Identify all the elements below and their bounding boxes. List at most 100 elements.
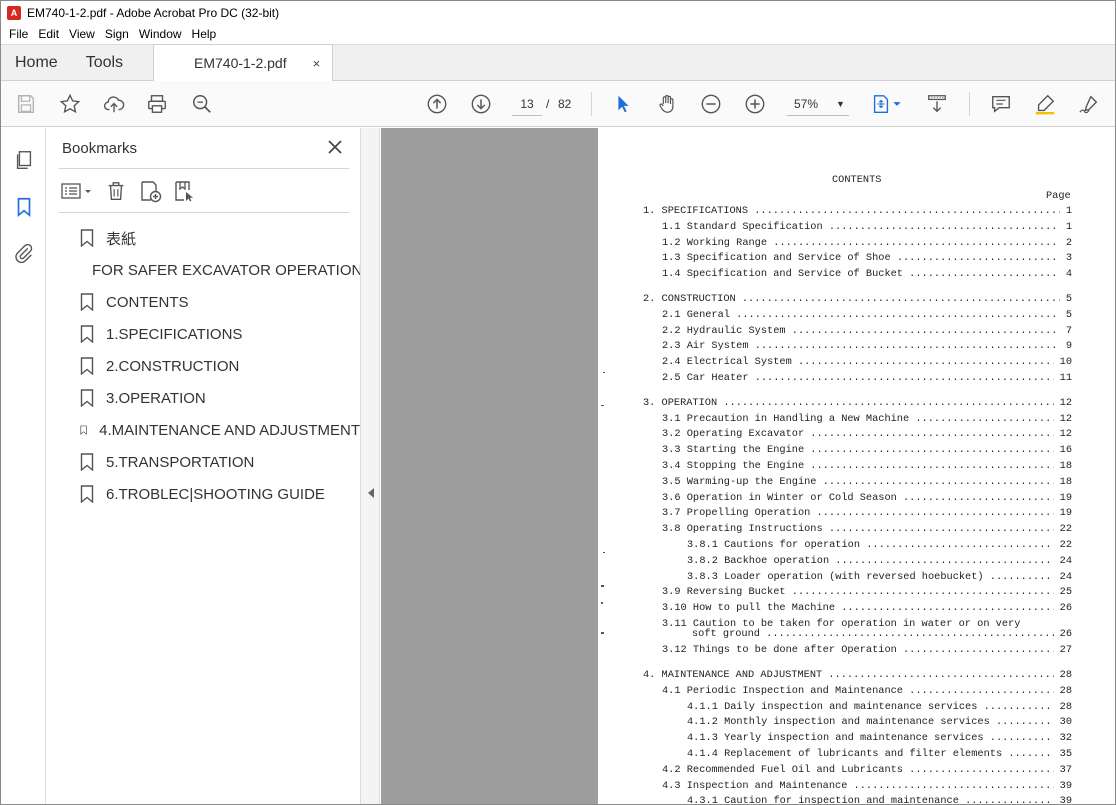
bookmark-item[interactable]: 3.OPERATION bbox=[76, 382, 360, 414]
bookmark-label: CONTENTS bbox=[106, 293, 189, 311]
bookmark-item[interactable]: 6.TROBLEC|SHOOTING GUIDE bbox=[76, 478, 360, 510]
delete-bookmark-trash-icon[interactable] bbox=[104, 179, 128, 203]
star-icon[interactable] bbox=[58, 92, 82, 116]
upload-cloud-icon[interactable] bbox=[102, 92, 126, 116]
select-cursor-icon[interactable] bbox=[611, 92, 635, 116]
bookmark-item[interactable]: 1.SPECIFICATIONS bbox=[76, 318, 360, 350]
toc-entry-title: soft ground bbox=[692, 628, 760, 641]
panel-splitter[interactable] bbox=[360, 128, 380, 804]
toc-entry: 4.3 Inspection and Maintenance .........… bbox=[662, 779, 1072, 793]
toc-entry-title: 3.8.2 Backhoe operation bbox=[687, 554, 830, 567]
tab-document[interactable]: EM740-1-2.pdf × bbox=[153, 44, 333, 81]
menu-window[interactable]: Window bbox=[134, 27, 187, 41]
toc-entry-title: 3.8.3 Loader operation (with reversed ho… bbox=[687, 570, 984, 583]
toc-entry: 1.1 Standard Specification .............… bbox=[662, 220, 1072, 234]
toc-page-number: 7 bbox=[1059, 324, 1072, 338]
toc-page-number: 5 bbox=[1059, 308, 1072, 322]
zoom-search-icon[interactable] bbox=[190, 92, 214, 116]
toc-entry: 3.2 Operating Excavator ................… bbox=[662, 428, 1072, 442]
hand-tool-icon[interactable] bbox=[655, 92, 679, 116]
toc-leader-dots: ........................................… bbox=[822, 475, 1072, 488]
save-icon[interactable] bbox=[14, 92, 38, 116]
bookmarks-panel-icon[interactable] bbox=[12, 195, 36, 219]
scroll-mode-icon[interactable] bbox=[925, 92, 949, 116]
bookmarks-toolbar bbox=[60, 178, 206, 204]
close-tab-icon[interactable]: × bbox=[313, 56, 321, 71]
print-icon[interactable] bbox=[145, 92, 169, 116]
bookmark-icon bbox=[80, 325, 94, 343]
bookmark-item[interactable]: 表紙 bbox=[76, 222, 360, 254]
toc-entry-title: 3.8 Operating Instructions bbox=[662, 523, 823, 536]
toc-page-number: 26 bbox=[1053, 602, 1072, 616]
toc-entry: 4.3.1 Caution for inspection and mainten… bbox=[687, 795, 1072, 805]
tab-home[interactable]: Home bbox=[1, 45, 72, 81]
bookmark-item[interactable]: FOR SAFER EXCAVATOR OPERATION bbox=[76, 254, 362, 286]
bookmark-options-icon[interactable] bbox=[60, 179, 94, 203]
toc-entry-title: 3.1 Precaution in Handling a New Machine bbox=[662, 412, 910, 425]
tab-document-label: EM740-1-2.pdf bbox=[194, 55, 287, 71]
chevron-down-icon: ▼ bbox=[836, 98, 845, 109]
close-icon[interactable] bbox=[326, 138, 344, 156]
bookmark-item[interactable]: 2.CONSTRUCTION bbox=[76, 350, 360, 382]
toc-leader-dots: ........................................… bbox=[828, 523, 1072, 536]
toc-leader-dots: ........................................… bbox=[736, 308, 1072, 321]
page-column-label: Page bbox=[1046, 190, 1071, 202]
toc-entry: 4.1.2 Monthly inspection and maintenance… bbox=[687, 716, 1072, 730]
fit-page-dropdown-icon[interactable] bbox=[891, 92, 903, 116]
menu-help[interactable]: Help bbox=[187, 27, 222, 41]
bookmark-item[interactable]: 5.TRANSPORTATION bbox=[76, 446, 360, 478]
toc-page-number: 9 bbox=[1059, 340, 1072, 354]
toc-page-number: 28 bbox=[1053, 684, 1072, 698]
toc-entry: 3.5 Warming-up the Engine ..............… bbox=[662, 475, 1072, 489]
menu-file[interactable]: File bbox=[4, 27, 33, 41]
toc-entry-title: 3.7 Propelling Operation bbox=[662, 507, 811, 520]
toc-entry-title: 1.2 Working Range bbox=[662, 236, 768, 249]
toc-entry: 2.4 Electrical System ..................… bbox=[662, 356, 1072, 370]
next-page-icon[interactable] bbox=[469, 92, 493, 116]
toc-entry: 3.8 Operating Instructions .............… bbox=[662, 523, 1072, 537]
menu-sign[interactable]: Sign bbox=[100, 27, 134, 41]
toc-entry-title: 4.1.3 Yearly inspection and maintenance … bbox=[687, 732, 984, 745]
toc-entry-title: 1.3 Specification and Service of Shoe bbox=[662, 252, 891, 265]
toolbar-divider bbox=[969, 92, 970, 116]
toc-entry-title: 3.5 Warming-up the Engine bbox=[662, 475, 817, 488]
page-number-input[interactable]: 13 bbox=[512, 92, 542, 116]
menu-view[interactable]: View bbox=[64, 27, 100, 41]
tab-tools[interactable]: Tools bbox=[72, 45, 137, 81]
page-thumbnails-icon[interactable] bbox=[12, 148, 36, 172]
toc-leader-dots: ........................................… bbox=[915, 412, 1072, 425]
scan-speck bbox=[601, 405, 604, 406]
toc-entry-title: 4. MAINTENANCE AND ADJUSTMENT bbox=[643, 668, 823, 681]
bookmarks-panel-title: Bookmarks bbox=[62, 140, 138, 157]
toc-page-number: 12 bbox=[1053, 412, 1072, 426]
menu-edit[interactable]: Edit bbox=[33, 27, 64, 41]
toc-entry: 3.12 Things to be done after Operation .… bbox=[662, 644, 1072, 658]
collapse-panel-arrow-icon[interactable] bbox=[368, 488, 374, 498]
toc-entry-title: 4.3 Inspection and Maintenance bbox=[662, 779, 848, 792]
attachments-paperclip-icon[interactable] bbox=[12, 241, 36, 265]
toc-leader-dots: ........................................… bbox=[754, 372, 1072, 384]
sign-pen-icon[interactable] bbox=[1077, 92, 1101, 116]
add-bookmark-icon[interactable] bbox=[138, 179, 162, 203]
toc-page-number: 35 bbox=[1053, 747, 1072, 761]
toc-leader-dots: ........................................… bbox=[853, 779, 1072, 792]
zoom-in-icon[interactable] bbox=[743, 92, 767, 116]
document-viewport[interactable]: CONTENTS Page 1. SPECIFICATIONS ........… bbox=[381, 128, 1115, 805]
toc-leader-dots: ........................................… bbox=[741, 293, 1072, 305]
toc-entry: 3.3 Starting the Engine ................… bbox=[662, 444, 1072, 458]
search-bookmark-icon[interactable] bbox=[172, 179, 196, 203]
zoom-out-icon[interactable] bbox=[699, 92, 723, 116]
toc-entry: 3.8.1 Cautions for operation ...........… bbox=[687, 539, 1072, 552]
toc-entry-title: 3.10 How to pull the Machine bbox=[662, 602, 836, 615]
previous-page-icon[interactable] bbox=[425, 92, 449, 116]
bookmark-item[interactable]: CONTENTS bbox=[76, 286, 360, 318]
toc-page-number: 28 bbox=[1053, 700, 1072, 714]
bookmark-item[interactable]: 4.MAINTENANCE AND ADJUSTMENT bbox=[76, 414, 360, 446]
toc-leader-dots: ........................................… bbox=[791, 586, 1072, 599]
zoom-level-select[interactable]: 57% ▼ bbox=[787, 92, 849, 116]
toc-entry: 4.1.3 Yearly inspection and maintenance … bbox=[687, 732, 1072, 746]
highlight-pen-icon[interactable] bbox=[1033, 92, 1057, 116]
fit-page-icon[interactable] bbox=[869, 92, 893, 116]
comment-icon[interactable] bbox=[989, 92, 1013, 116]
toc-entry-title: 4.3.1 Caution for inspection and mainten… bbox=[687, 795, 959, 805]
